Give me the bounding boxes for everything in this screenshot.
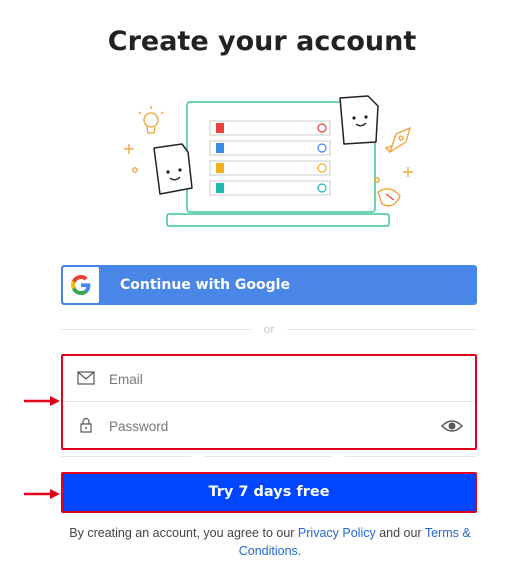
privacy-policy-link[interactable]: Privacy Policy <box>298 526 376 540</box>
try-free-button[interactable]: Try 7 days free <box>61 472 477 513</box>
lightbulb-icon <box>138 106 164 134</box>
or-divider-text: or <box>263 322 275 336</box>
email-field[interactable] <box>109 366 429 392</box>
left-document-character <box>153 143 193 195</box>
rocket-icon <box>384 126 412 154</box>
divider-line-right <box>287 329 477 330</box>
legal-middle: and our <box>379 526 422 540</box>
divider-line-left <box>61 329 251 330</box>
password-row <box>63 403 475 449</box>
swiss-knife-icon <box>377 188 401 207</box>
google-icon <box>71 275 91 295</box>
legal-suffix: . <box>297 544 302 558</box>
password-field[interactable] <box>109 413 429 439</box>
legal-prefix: By creating an account, you agree to our <box>69 526 295 540</box>
lock-icon <box>80 417 92 433</box>
right-document-character <box>339 95 379 145</box>
continue-with-google-button[interactable]: Continue with Google <box>61 265 477 305</box>
show-password-eye-icon[interactable] <box>441 418 463 434</box>
annotation-arrow-cta <box>24 489 60 499</box>
or-divider: or <box>61 322 477 336</box>
signup-illustration <box>124 95 413 227</box>
annotation-arrow-form <box>24 396 60 406</box>
envelope-icon <box>77 371 95 385</box>
legal-text: By creating an account, you agree to our… <box>40 524 500 560</box>
credentials-form <box>61 354 477 450</box>
google-logo-container <box>63 267 99 303</box>
page-title: Create your account <box>107 26 417 57</box>
email-row <box>63 356 475 402</box>
google-button-label: Continue with Google <box>120 277 290 293</box>
form-bottom-dividers <box>61 456 477 458</box>
